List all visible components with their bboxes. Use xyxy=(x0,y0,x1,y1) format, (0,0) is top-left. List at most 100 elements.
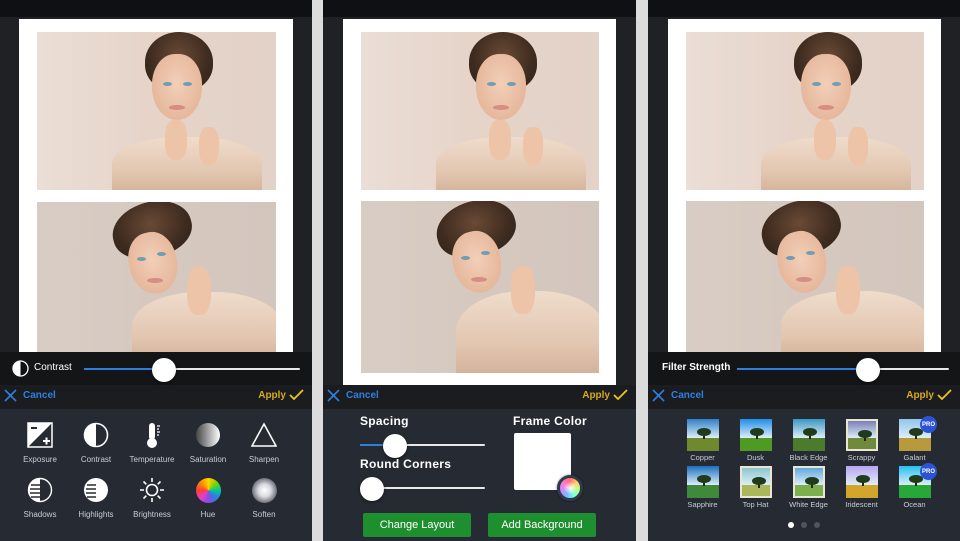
contrast-icon xyxy=(82,421,110,449)
collage-frame[interactable] xyxy=(19,19,293,359)
photo-top[interactable] xyxy=(686,32,924,190)
tool-temperature[interactable]: Temperature xyxy=(124,421,180,464)
shadows-icon xyxy=(26,476,54,504)
tool-label: Contrast xyxy=(80,455,112,464)
filter-label: Scrappy xyxy=(847,453,876,462)
photo-top[interactable] xyxy=(37,32,276,190)
cancel-button[interactable]: Cancel xyxy=(4,389,56,402)
filter-white-edge[interactable]: White Edge xyxy=(782,466,835,509)
tool-label: Soften xyxy=(252,510,276,519)
frame-screen: Cancel Apply Spacing Round Corners Frame… xyxy=(323,0,636,541)
slider-fill xyxy=(737,368,869,370)
exposure-icon xyxy=(26,421,54,449)
cancel-button[interactable]: Cancel xyxy=(327,389,379,402)
tool-highlights[interactable]: Highlights xyxy=(68,476,124,519)
filter-thumbnail xyxy=(792,466,825,498)
filter-ocean[interactable]: PRO Ocean xyxy=(888,463,941,509)
slider-knob[interactable] xyxy=(360,477,384,501)
photo-top[interactable] xyxy=(361,32,599,190)
photo-bottom[interactable] xyxy=(686,201,924,359)
round-corners-label: Round Corners xyxy=(360,457,452,471)
round-corners-slider[interactable] xyxy=(360,477,485,501)
filter-label: Top Hat xyxy=(742,500,769,509)
collage-frame[interactable] xyxy=(343,19,616,385)
tool-contrast[interactable]: Contrast xyxy=(68,421,124,464)
frame-color-label: Frame Color xyxy=(513,414,587,428)
filter-thumbnail xyxy=(686,419,719,451)
tool-hue[interactable]: Hue xyxy=(180,476,236,519)
frame-tools: Spacing Round Corners Frame Color Change… xyxy=(323,409,636,541)
checkmark-icon xyxy=(937,389,952,401)
slider-knob[interactable] xyxy=(856,358,881,382)
filter-label: Sapphire xyxy=(687,500,718,509)
filter-strength-slider[interactable] xyxy=(737,358,949,382)
triangle-icon xyxy=(250,421,278,449)
filter-label: Copper xyxy=(690,453,715,462)
slider-label: Contrast xyxy=(34,362,72,373)
filter-label: Galant xyxy=(903,453,926,462)
filter-thumbnail xyxy=(739,466,772,498)
photo-bottom[interactable] xyxy=(37,202,276,359)
filter-label: Black Edge xyxy=(789,453,828,462)
filter-copper[interactable]: Copper xyxy=(676,419,729,462)
filter-dusk[interactable]: Dusk xyxy=(729,419,782,462)
contrast-slider[interactable] xyxy=(84,358,300,382)
page-dot[interactable] xyxy=(814,522,820,528)
cancel-label: Cancel xyxy=(671,390,704,401)
collage-frame[interactable] xyxy=(668,19,941,359)
filter-iridescent[interactable]: Iridescent xyxy=(835,466,888,509)
tool-brightness[interactable]: Brightness xyxy=(124,476,180,519)
filters-screen: Filter Strength Cancel Apply Copper Dusk B… xyxy=(648,0,960,541)
tool-soften[interactable]: Soften xyxy=(236,476,292,519)
close-icon xyxy=(4,389,17,402)
apply-button[interactable]: Apply xyxy=(258,389,304,401)
soften-icon xyxy=(250,476,278,504)
tool-exposure[interactable]: Exposure xyxy=(12,421,68,464)
filter-thumbnail xyxy=(845,419,878,451)
filter-label: Ocean xyxy=(903,500,926,509)
cancel-label: Cancel xyxy=(346,390,379,401)
filter-sapphire[interactable]: Sapphire xyxy=(676,466,729,509)
apply-label: Apply xyxy=(258,389,286,401)
filter-top-hat[interactable]: Top Hat xyxy=(729,466,782,509)
close-icon xyxy=(327,389,340,402)
add-background-button[interactable]: Add Background xyxy=(488,513,596,537)
tool-saturation[interactable]: Saturation xyxy=(180,421,236,464)
slider-knob[interactable] xyxy=(151,358,176,382)
tool-label: Exposure xyxy=(23,455,57,464)
apply-label: Apply xyxy=(906,389,934,401)
page-dot[interactable] xyxy=(801,522,807,528)
apply-button[interactable]: Apply xyxy=(582,389,628,401)
photo-bottom[interactable] xyxy=(361,201,599,373)
filter-label: White Edge xyxy=(789,500,828,509)
spacing-label: Spacing xyxy=(360,414,409,428)
filter-black-edge[interactable]: Black Edge xyxy=(782,419,835,462)
filter-label: Iridescent xyxy=(845,500,878,509)
checkmark-icon xyxy=(289,389,304,401)
apply-label: Apply xyxy=(582,389,610,401)
status-bar xyxy=(0,0,312,17)
cancel-button[interactable]: Cancel xyxy=(652,389,704,402)
pro-badge: PRO xyxy=(920,416,937,433)
page-dot[interactable] xyxy=(788,522,794,528)
saturation-icon xyxy=(194,421,222,449)
action-bar: Cancel Apply xyxy=(648,385,960,409)
tool-shadows[interactable]: Shadows xyxy=(12,476,68,519)
tool-sharpen[interactable]: Sharpen xyxy=(236,421,292,464)
tool-label: Brightness xyxy=(133,510,171,519)
slider-knob[interactable] xyxy=(383,434,407,458)
contrast-slider-bar: Contrast xyxy=(0,352,312,385)
spacing-slider[interactable] xyxy=(360,434,485,458)
tool-label: Temperature xyxy=(129,455,175,464)
filter-scrappy[interactable]: Scrappy xyxy=(835,419,888,462)
apply-button[interactable]: Apply xyxy=(906,389,952,401)
filter-thumbnail xyxy=(845,466,878,498)
tool-label: Sharpen xyxy=(248,455,280,464)
highlights-icon xyxy=(82,476,110,504)
color-picker-icon[interactable] xyxy=(557,475,583,501)
filter-galant[interactable]: PRO Galant xyxy=(888,416,941,462)
close-icon xyxy=(652,389,665,402)
pro-badge: PRO xyxy=(920,463,937,480)
action-bar: Cancel Apply xyxy=(323,385,636,409)
change-layout-button[interactable]: Change Layout xyxy=(363,513,471,537)
